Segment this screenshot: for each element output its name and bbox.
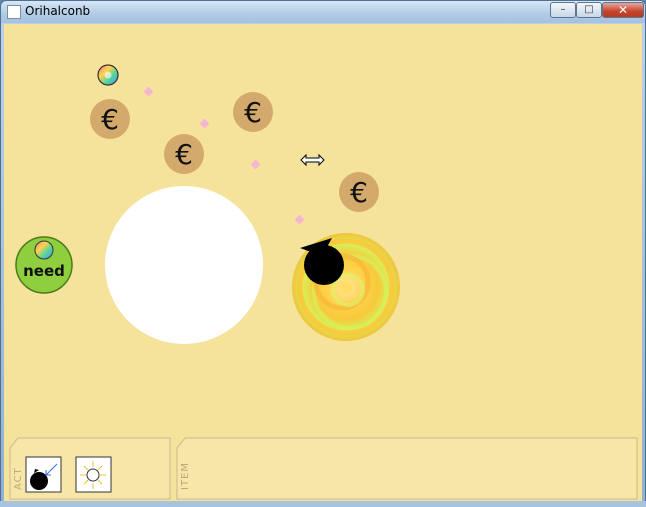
svg-text:€: € [350, 176, 368, 209]
window-title: Orihalconb [25, 4, 91, 18]
sparkle-icon [199, 118, 210, 129]
white-circle-platform[interactable] [105, 186, 263, 344]
app-window: Orihalconb – □ ✕ € € € € need ACT ITEM [0, 0, 646, 507]
game-canvas[interactable]: € € € € need ACT ITEM [4, 24, 642, 502]
svg-text:ITEM: ITEM [180, 462, 191, 490]
minimize-button[interactable]: – [550, 2, 576, 18]
sparkle-icon [143, 86, 154, 97]
svg-text:ACT: ACT [13, 467, 24, 490]
need-bubble[interactable]: need [15, 236, 73, 294]
app-icon [7, 5, 21, 19]
light-action[interactable] [75, 456, 112, 493]
title-bar[interactable]: Orihalconb – □ ✕ [1, 1, 645, 23]
svg-text:€: € [175, 138, 193, 171]
sparkle-icon [294, 214, 305, 225]
svg-text:€: € [244, 96, 262, 129]
svg-text:need: need [23, 262, 65, 280]
sparkle-icon [250, 159, 261, 170]
item-panel: ITEM [176, 437, 638, 500]
euro-coin[interactable]: € [90, 99, 130, 139]
player-move-action[interactable] [25, 456, 62, 493]
act-panel: ACT [9, 437, 171, 500]
maximize-button[interactable]: □ [576, 2, 602, 18]
svg-text:€: € [101, 103, 119, 136]
euro-coin[interactable]: € [164, 134, 204, 174]
euro-coin[interactable]: € [339, 172, 379, 212]
resize-cursor-icon [300, 153, 325, 167]
game-scene[interactable]: € € € € need ACT ITEM [4, 24, 642, 502]
window-bottom-border [0, 501, 646, 507]
close-button[interactable]: ✕ [602, 2, 644, 18]
rainbow-orb-icon[interactable] [97, 64, 119, 86]
euro-coin[interactable]: € [233, 92, 273, 132]
